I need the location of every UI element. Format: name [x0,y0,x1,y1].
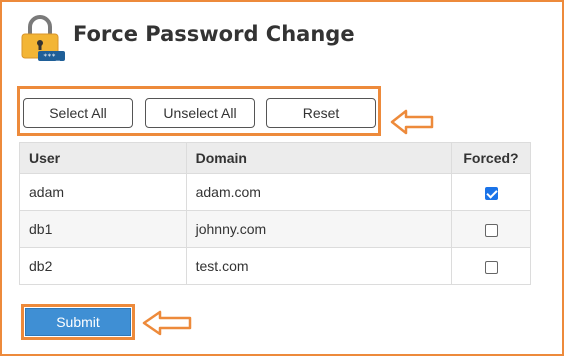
select-all-button[interactable]: Select All [23,98,133,128]
forced-checkbox[interactable] [484,186,498,200]
domain-cell: test.com [185,247,453,285]
user-cell: adam [19,173,187,211]
forced-cell [451,210,531,248]
table-header-row: User Domain Forced? [19,142,531,174]
lock-icon: ***_ [21,15,65,61]
table-row: adam adam.com [19,173,531,211]
submit-button[interactable]: Submit [25,308,131,336]
column-header-forced: Forced? [451,142,531,174]
reset-button[interactable]: Reset [266,98,376,128]
lock-badge-text: ***_ [43,53,61,61]
column-header-domain: Domain [185,142,453,174]
table-row: db2 test.com [19,247,531,285]
domain-cell: adam.com [185,173,453,211]
arrow-left-icon [142,310,192,336]
unselect-all-button[interactable]: Unselect All [145,98,255,128]
table-row: db1 johnny.com [19,210,531,248]
domain-cell: johnny.com [185,210,453,248]
forced-checkbox[interactable] [484,260,498,274]
arrow-left-icon [390,109,434,135]
forced-checkbox[interactable] [484,223,498,237]
forced-cell [451,247,531,285]
column-header-user: User [19,142,187,174]
users-table: User Domain Forced? adam adam.com db1 jo… [19,142,531,285]
user-cell: db2 [19,247,187,285]
forced-cell [451,173,531,211]
user-cell: db1 [19,210,187,248]
page-title: Force Password Change [73,22,355,46]
